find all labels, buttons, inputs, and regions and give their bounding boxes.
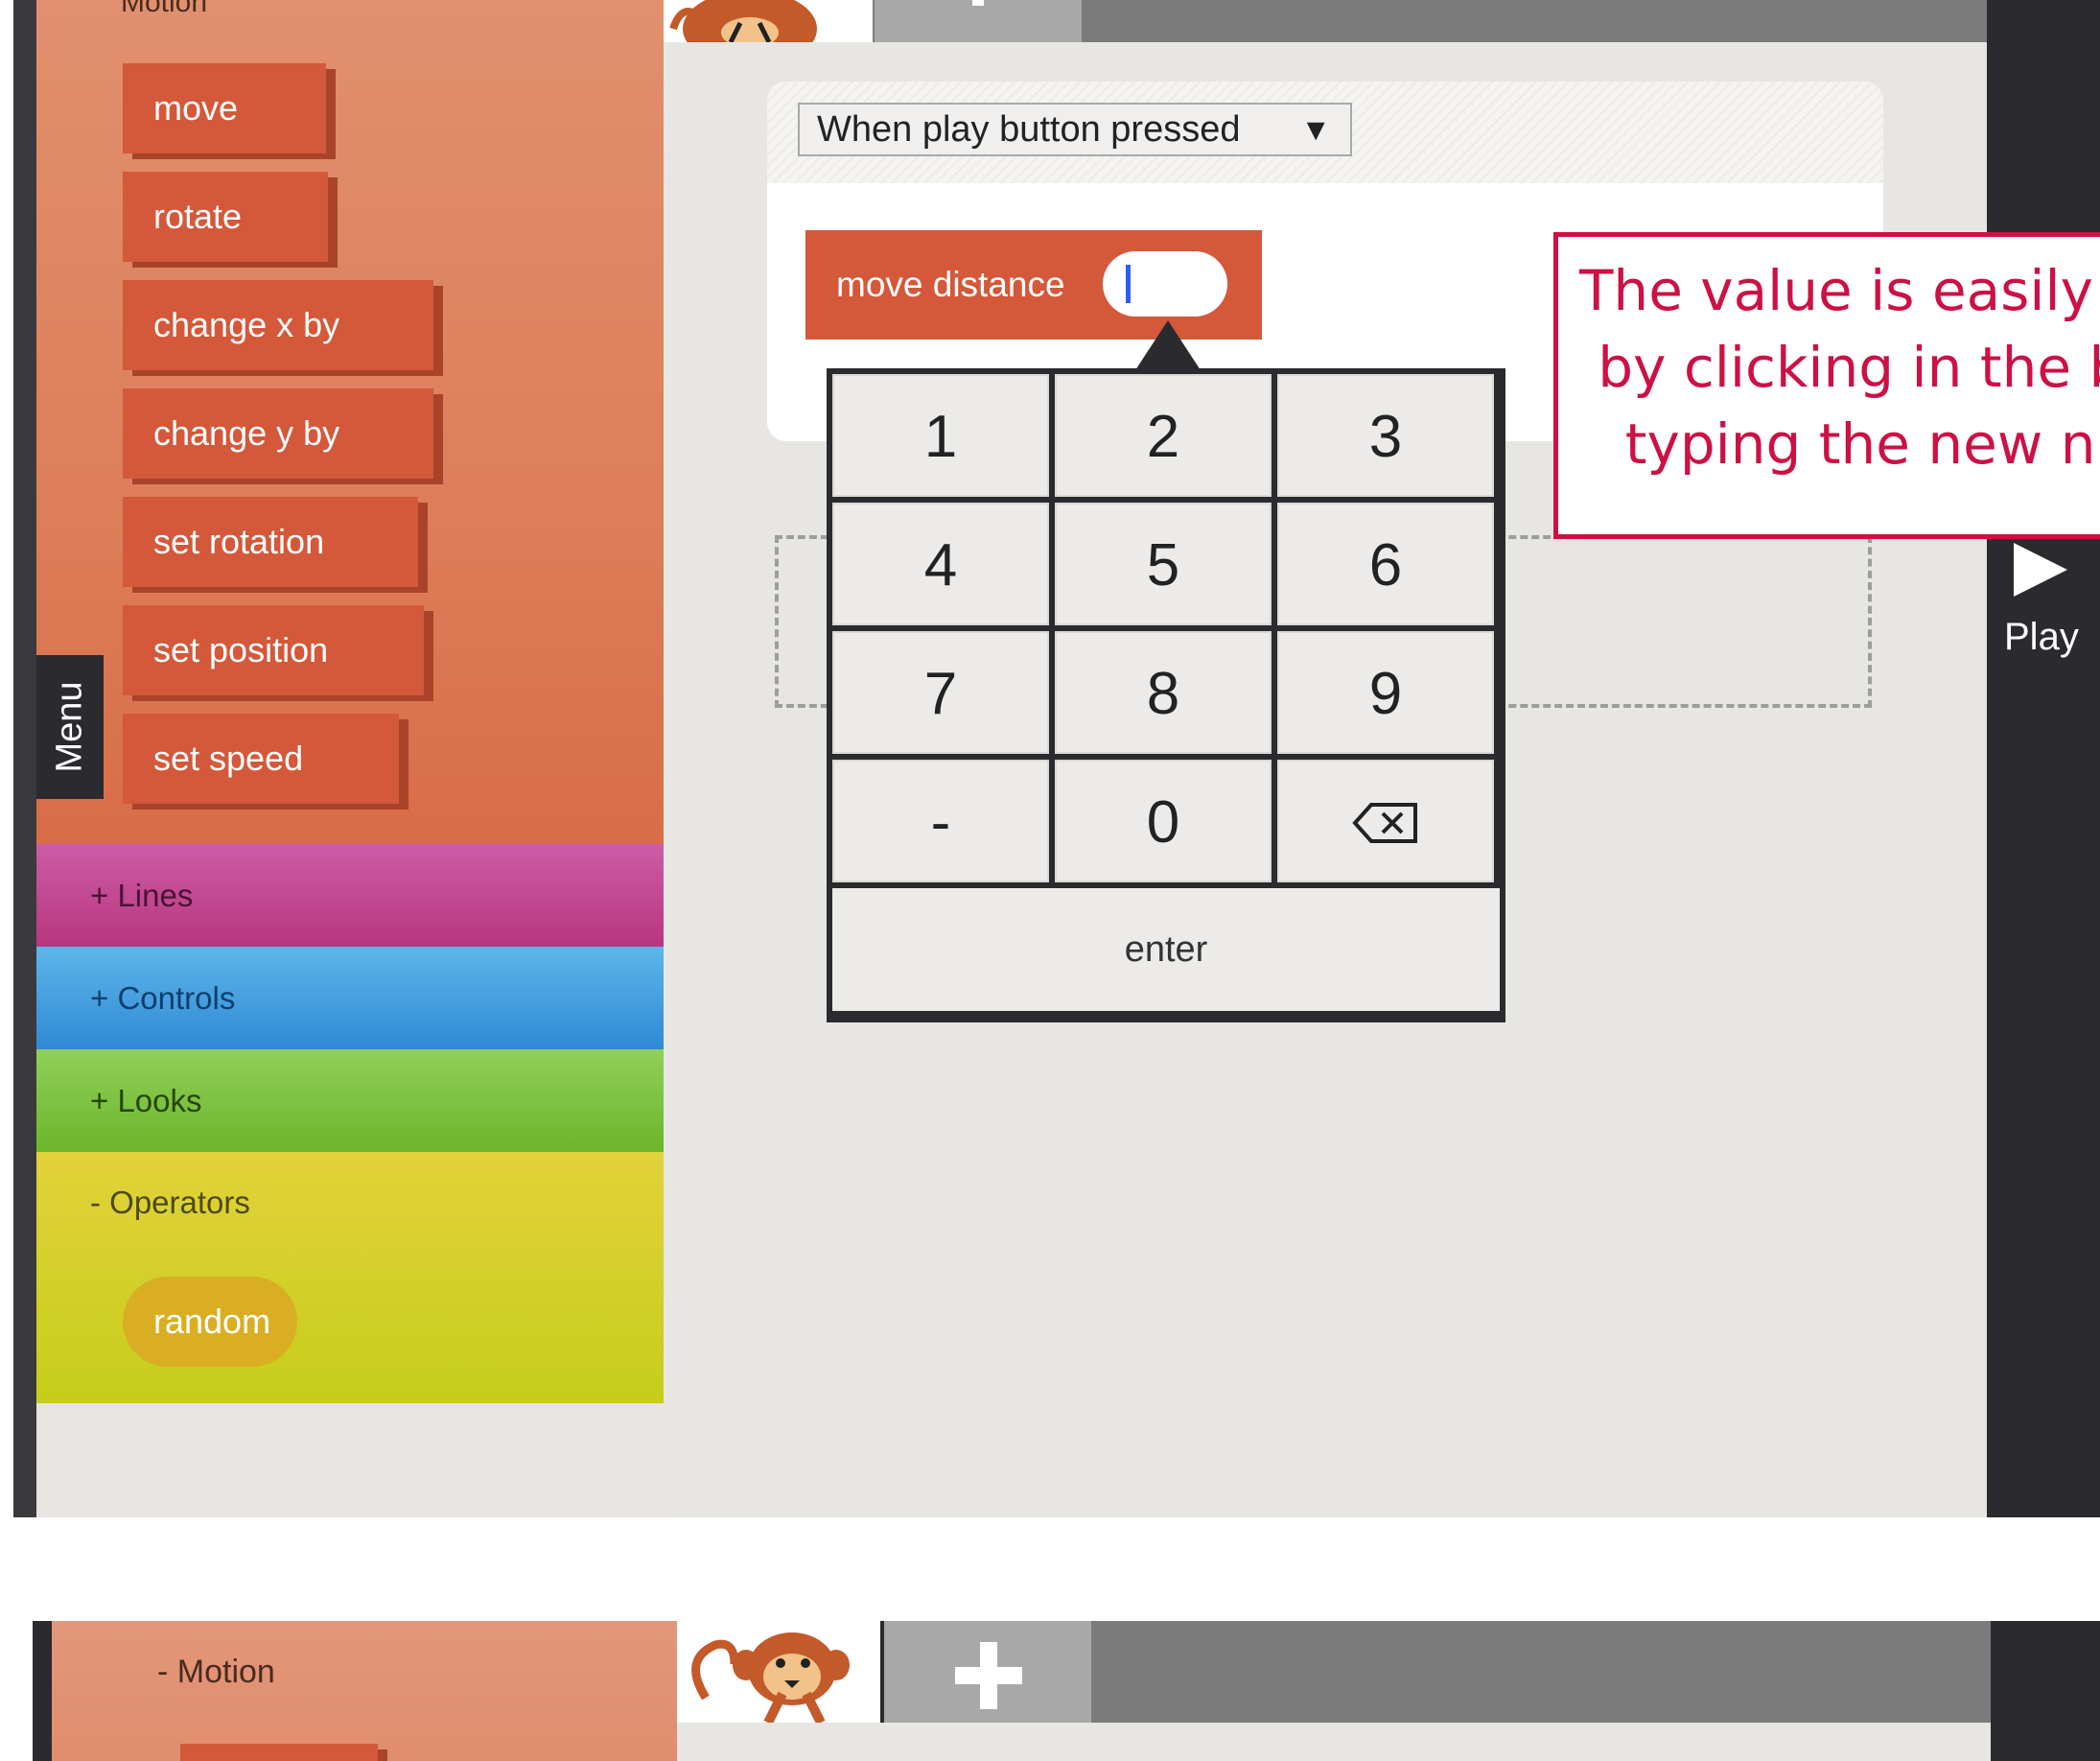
monkey-sprite-icon <box>691 1632 850 1723</box>
trigger-dropdown[interactable]: When play button pressed ▼ <box>798 103 1352 156</box>
key-2[interactable]: 2 <box>1055 374 1272 497</box>
block-change-x[interactable]: change x by <box>123 280 433 370</box>
motion-category-header[interactable]: Motion <box>121 0 207 19</box>
play-button[interactable]: Play <box>1993 537 2088 671</box>
play-icon <box>2014 543 2067 597</box>
number-keypad: 1 2 3 4 5 6 7 8 9 - 0 ⌫ enter <box>827 368 1505 1022</box>
block-set-position[interactable]: set position <box>123 605 424 695</box>
looks-category[interactable]: + Looks <box>36 1049 677 1152</box>
annotation-callout: The value is easily ch by clicking in th… <box>1553 232 2100 539</box>
enter-key[interactable]: enter <box>832 888 1500 1011</box>
script-canvas-2[interactable] <box>677 1723 1991 1761</box>
add-sprite-button[interactable] <box>875 0 1082 42</box>
keypad-pointer <box>1135 320 1201 370</box>
motion-category-header-2[interactable]: - Motion <box>157 1654 275 1691</box>
operators-category: - Operators random <box>36 1152 677 1403</box>
lines-category[interactable]: + Lines <box>36 844 677 947</box>
plus-icon <box>955 1642 1022 1709</box>
menu-tab[interactable]: Menu <box>36 655 104 799</box>
key-5[interactable]: 5 <box>1055 503 1272 625</box>
key-0[interactable]: 0 <box>1055 760 1272 882</box>
dropdown-arrow-icon: ▼ <box>1300 112 1331 147</box>
block-move-2[interactable] <box>180 1744 378 1761</box>
sprite-tile-2[interactable] <box>677 1621 880 1723</box>
key-8[interactable]: 8 <box>1055 631 1272 754</box>
key-9[interactable]: 9 <box>1277 631 1494 754</box>
key-3[interactable]: 3 <box>1277 374 1494 497</box>
block-move[interactable]: move <box>123 63 326 153</box>
motion-category: Motion move rotate change x by change y … <box>36 0 677 844</box>
key-6[interactable]: 6 <box>1277 503 1494 625</box>
trigger-dropdown-value: When play button pressed <box>817 109 1241 150</box>
annotation-text: The value is easily ch by clicking in th… <box>1579 258 2100 477</box>
block-set-rotation[interactable]: set rotation <box>123 497 418 587</box>
key-1[interactable]: 1 <box>832 374 1049 497</box>
plus-icon <box>961 0 995 6</box>
add-sprite-button-2[interactable] <box>884 1621 1091 1723</box>
block-palette-2: - Motion <box>52 1621 677 1761</box>
controls-category[interactable]: + Controls <box>36 947 677 1049</box>
text-caret <box>1126 265 1131 303</box>
monkey-sprite-icon <box>669 0 817 42</box>
sprite-tile[interactable] <box>664 0 873 42</box>
block-change-y[interactable]: change y by <box>123 388 433 479</box>
key-backspace[interactable]: ⌫ <box>1277 760 1494 882</box>
block-random[interactable]: random <box>123 1277 297 1367</box>
play-label: Play <box>2004 616 2079 658</box>
backspace-icon <box>1352 803 1417 843</box>
window-edge <box>13 0 36 1517</box>
menu-tab-label: Menu <box>49 681 90 773</box>
operators-category-header[interactable]: - Operators <box>90 1185 250 1221</box>
key-7[interactable]: 7 <box>832 631 1049 754</box>
key-4[interactable]: 4 <box>832 503 1049 625</box>
block-set-speed[interactable]: set speed <box>123 714 399 804</box>
distance-input[interactable] <box>1103 251 1227 317</box>
move-distance-label: move distance <box>836 265 1065 304</box>
sprite-tab-bar-2 <box>1091 1621 1991 1723</box>
block-palette: Motion move rotate change x by change y … <box>36 0 677 1517</box>
key-minus[interactable]: - <box>832 760 1049 882</box>
block-rotate[interactable]: rotate <box>123 172 328 262</box>
